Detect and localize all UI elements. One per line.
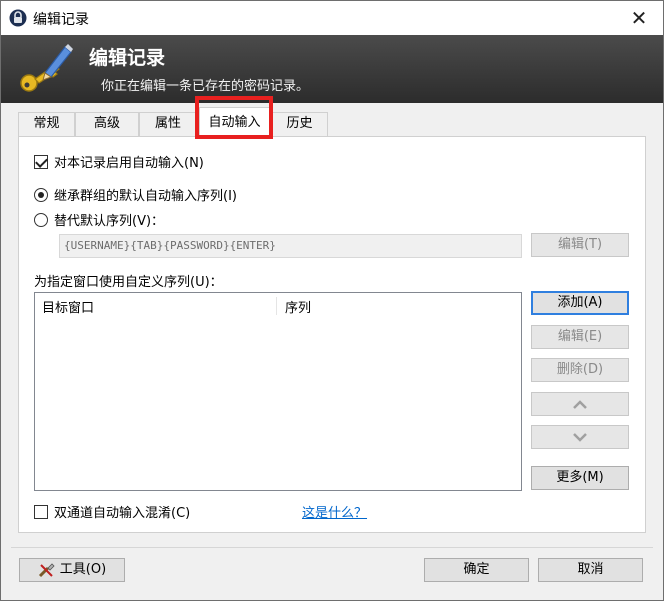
override-sequence-radio[interactable] [34, 212, 48, 227]
column-separator [276, 297, 277, 315]
tools-button[interactable]: 工具(O) [19, 558, 125, 582]
edit-sequence-button[interactable]: 编辑(T) [531, 233, 629, 257]
keepass-lock-icon [9, 9, 27, 27]
override-sequence-label: 替代默认序列(V)： [54, 214, 165, 229]
obfuscation-label: 双通道自动输入混淆(C) [54, 506, 191, 521]
enable-auto-type-checkbox[interactable] [34, 154, 48, 169]
auto-type-panel: 对本记录启用自动输入(N) 继承群组的默认自动输入序列(I) 替代默认序列(V)… [18, 136, 646, 533]
tab-general[interactable]: 常规 [18, 112, 75, 136]
chevron-down-icon [573, 433, 587, 442]
add-button[interactable]: 添加(A) [531, 291, 629, 315]
window-sequence-list[interactable]: 目标窗口 序列 [34, 292, 522, 491]
move-down-button[interactable] [531, 425, 629, 449]
custom-sequence-label: 为指定窗口使用自定义序列(U)： [34, 271, 223, 290]
banner-heading: 编辑记录 [89, 47, 166, 69]
title-bar: 编辑记录 ✕ [1, 1, 663, 35]
enable-auto-type-label: 对本记录启用自动输入(N) [54, 156, 204, 171]
enable-auto-type-row[interactable]: 对本记录启用自动输入(N) [34, 152, 204, 171]
inherit-sequence-radio[interactable] [34, 187, 48, 202]
obfuscation-row[interactable]: 双通道自动输入混淆(C) [34, 502, 190, 521]
banner-subheading: 你正在编辑一条已存在的密码记录。 [101, 79, 310, 94]
default-sequence-field[interactable]: {USERNAME}{TAB}{PASSWORD}{ENTER} [59, 234, 522, 258]
close-icon[interactable]: ✕ [627, 6, 651, 30]
tools-icon [38, 563, 55, 578]
delete-button[interactable]: 删除(D) [531, 358, 629, 382]
tab-auto-type[interactable]: 自动输入 [199, 107, 270, 137]
header-banner: 编辑记录 你正在编辑一条已存在的密码记录。 [1, 35, 663, 103]
ok-button[interactable]: 确定 [424, 558, 529, 582]
override-sequence-row[interactable]: 替代默认序列(V)： [34, 210, 164, 229]
list-header: 目标窗口 序列 [35, 293, 521, 317]
cancel-button[interactable]: 取消 [538, 558, 643, 582]
window-title: 编辑记录 [33, 12, 89, 28]
whats-this-link[interactable]: 这是什么？ [302, 502, 367, 521]
inherit-sequence-label: 继承群组的默认自动输入序列(I) [54, 189, 237, 204]
move-up-button[interactable] [531, 392, 629, 416]
edit-entry-dialog: 编辑记录 ✕ 编辑记录 你正在编辑一条已存在的密码记录。 常规 高级 属性 自动… [0, 0, 664, 601]
edit-button[interactable]: 编辑(E) [531, 325, 629, 349]
footer-separator [11, 547, 653, 548]
obfuscation-checkbox[interactable] [34, 504, 48, 519]
custom-sequence-label-text: 为指定窗口使用自定义序列(U)： [34, 275, 223, 290]
tools-label: 工具(O) [59, 562, 107, 577]
tab-properties[interactable]: 属性 [139, 112, 197, 136]
chevron-up-icon [573, 400, 587, 409]
key-pen-icon [20, 44, 73, 92]
tab-history[interactable]: 历史 [271, 112, 328, 136]
column-sequence[interactable]: 序列 [285, 297, 311, 316]
inherit-sequence-row[interactable]: 继承群组的默认自动输入序列(I) [34, 185, 237, 204]
tab-advanced[interactable]: 高级 [75, 112, 139, 136]
column-target-window[interactable]: 目标窗口 [42, 297, 94, 316]
more-button[interactable]: 更多(M) [531, 466, 629, 490]
